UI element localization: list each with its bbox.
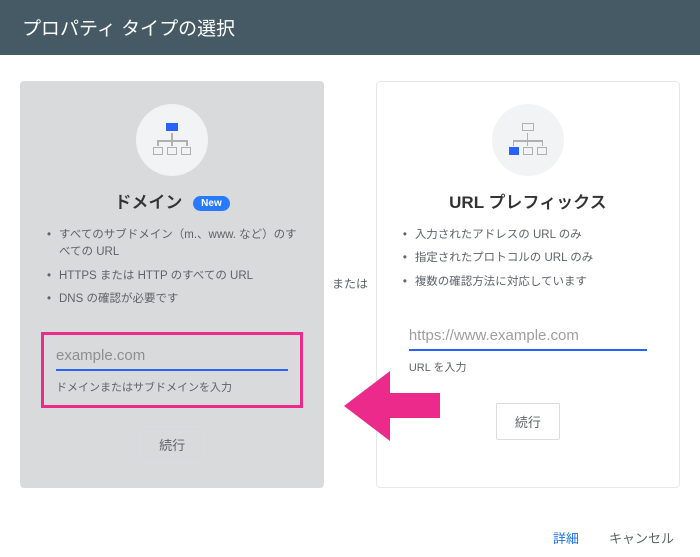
property-type-selection: ドメイン New すべてのサブドメイン（m.、www. など）のすべての URL…	[0, 55, 700, 496]
domain-card-title: ドメイン New	[41, 188, 303, 213]
new-badge: New	[193, 196, 230, 211]
more-link[interactable]: 詳細	[553, 528, 579, 547]
url-continue-button[interactable]: 続行	[496, 403, 560, 440]
domain-features: すべてのサブドメイン（m.、www. など）のすべての URL HTTPS また…	[41, 227, 303, 332]
url-input[interactable]	[409, 323, 647, 351]
url-input-hint: URL を入力	[409, 359, 647, 375]
annotation-arrow-icon	[344, 371, 440, 441]
url-card-title: URL プレフィックス	[397, 188, 659, 213]
domain-input-block: ドメインまたはサブドメインを入力	[41, 332, 303, 408]
footer-actions: 詳細 キャンセル	[553, 528, 674, 547]
cancel-link[interactable]: キャンセル	[609, 528, 674, 547]
sitemap-icon	[136, 104, 208, 176]
domain-input-hint: ドメインまたはサブドメインを入力	[56, 379, 288, 395]
domain-continue-button[interactable]: 続行	[140, 426, 204, 463]
domain-card[interactable]: ドメイン New すべてのサブドメイン（m.、www. など）のすべての URL…	[20, 81, 324, 488]
sitemap-icon	[492, 104, 564, 176]
url-features: 入力されたアドレスの URL のみ 指定されたプロトコルの URL のみ 複数の…	[397, 227, 659, 315]
page-title: プロパティ タイプの選択	[0, 0, 700, 55]
domain-input[interactable]	[56, 343, 288, 371]
